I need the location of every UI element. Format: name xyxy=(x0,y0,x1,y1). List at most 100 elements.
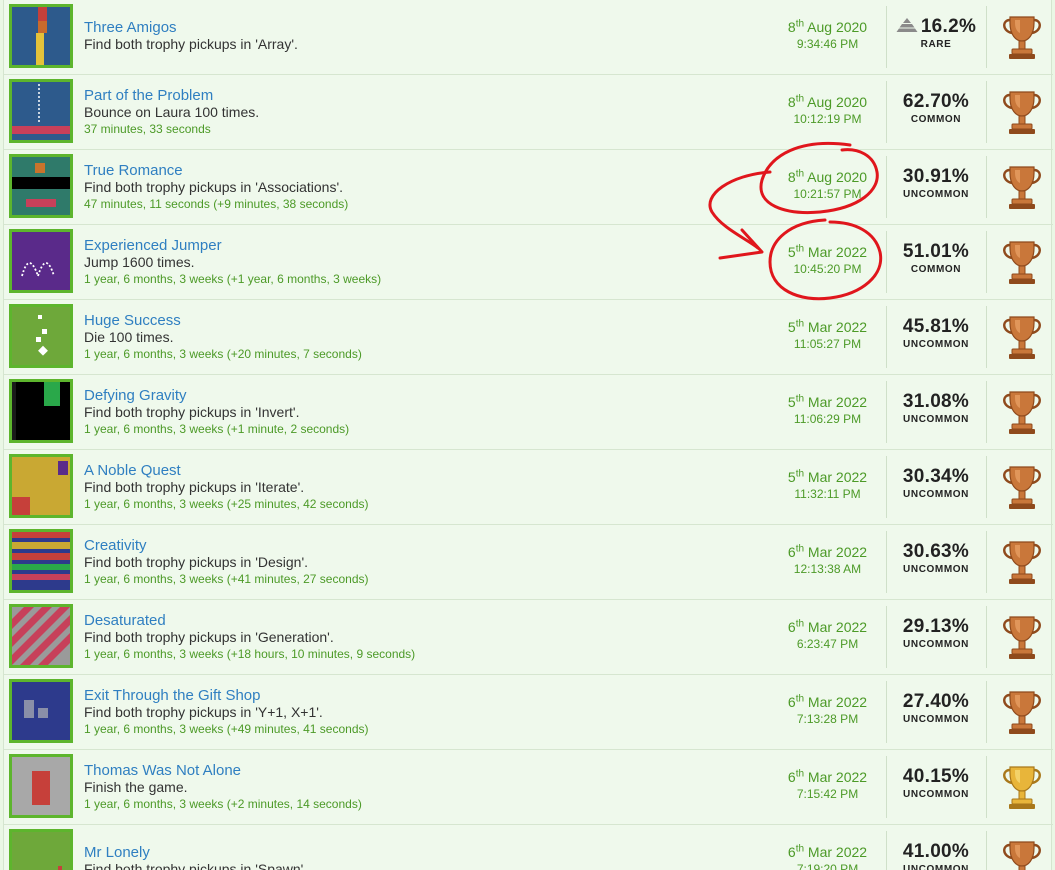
percentage-value: 40.15% xyxy=(902,766,970,787)
trophy-title-link[interactable]: Exit Through the Gift Shop xyxy=(84,687,764,704)
trophy-thumbnail xyxy=(9,829,73,870)
trophy-thumbnail xyxy=(9,604,73,668)
defying-gravity-image xyxy=(12,382,70,440)
earned-date: 5th Mar 2022 10:45:20 PM xyxy=(770,244,885,278)
day-number: 6 xyxy=(787,619,796,635)
day-number: 5 xyxy=(787,469,796,485)
rarity-label: RARE xyxy=(920,39,952,50)
trophy-title-link[interactable]: True Romance xyxy=(84,162,764,179)
percentage-value: 31.08% xyxy=(902,391,970,412)
earned-time: 10:12:19 PM xyxy=(793,112,862,126)
trophy-info: Defying Gravity Find both trophy pickups … xyxy=(84,387,764,438)
trophy-row: True Romance Find both trophy pickups in … xyxy=(4,150,1053,225)
trophy-title-link[interactable]: A Noble Quest xyxy=(84,462,764,479)
column-divider xyxy=(986,6,987,68)
trophy-title-link[interactable]: Desaturated xyxy=(84,612,764,629)
trophy-icon xyxy=(1000,688,1044,736)
rarity-percentage: 30.91% xyxy=(888,166,984,188)
rarity-block: 41.00% UNCOMMON xyxy=(888,841,984,870)
trophy-thumbnail xyxy=(9,529,73,593)
trophy-title-link[interactable]: Mr Lonely xyxy=(84,844,764,861)
experienced-jumper-image xyxy=(12,232,70,290)
day-number: 8 xyxy=(787,19,796,35)
trophy-title-link[interactable]: Part of the Problem xyxy=(84,87,764,104)
trophy-title-link[interactable]: Creativity xyxy=(84,537,764,554)
earned-time: 6:23:47 PM xyxy=(796,637,859,651)
time-taken: 1 year, 6 months, 3 weeks (+1 minute, 2 … xyxy=(84,422,350,436)
rarity-label: UNCOMMON xyxy=(903,714,969,725)
earned-date: 6th Mar 2022 12:13:38 AM xyxy=(770,544,885,578)
earned-time: 7:19:20 PM xyxy=(796,862,859,870)
trophy-description: Find both trophy pickups in 'Generation'… xyxy=(84,629,334,645)
percentage-value: 16.2% xyxy=(920,16,977,37)
percentage-value: 51.01% xyxy=(902,241,970,262)
column-divider xyxy=(886,231,887,293)
earned-time: 9:34:46 PM xyxy=(796,37,859,51)
trophy-icon xyxy=(1000,838,1044,870)
rarity-label: UNCOMMON xyxy=(903,489,969,500)
rarity-label: UNCOMMON xyxy=(903,864,969,870)
trophy-title-link[interactable]: Thomas Was Not Alone xyxy=(84,762,764,779)
rarity-percentage: 51.01% xyxy=(888,241,984,263)
earned-day: 6th Mar 2022 xyxy=(770,769,885,786)
day-suffix: th xyxy=(795,768,805,780)
percentage-value: 62.70% xyxy=(902,91,970,112)
trophy-info: Desaturated Find both trophy pickups in '… xyxy=(84,612,764,663)
earned-date: 5th Mar 2022 11:06:29 PM xyxy=(770,394,885,428)
rarity-percentage: 30.63% xyxy=(888,541,984,563)
earned-time: 7:15:42 PM xyxy=(796,787,859,801)
time-taken: 47 minutes, 11 seconds (+9 minutes, 38 s… xyxy=(84,197,349,211)
trophy-title-link[interactable]: Experienced Jumper xyxy=(84,237,764,254)
column-divider xyxy=(886,606,887,668)
trophy-icon xyxy=(1000,538,1044,586)
column-divider xyxy=(986,681,987,743)
earned-day: 6th Mar 2022 xyxy=(770,844,885,861)
month-year: Aug 2020 xyxy=(804,94,868,110)
earned-date: 6th Mar 2022 7:13:28 PM xyxy=(770,694,885,728)
earned-time: 11:06:29 PM xyxy=(793,412,862,426)
column-divider xyxy=(886,756,887,818)
earned-date: 5th Mar 2022 11:05:27 PM xyxy=(770,319,885,353)
day-suffix: th xyxy=(795,618,805,630)
rarity-label: UNCOMMON xyxy=(903,414,969,425)
day-suffix: th xyxy=(795,318,805,330)
trophy-description: Find both trophy pickups in 'Array'. xyxy=(84,36,298,52)
day-number: 6 xyxy=(787,769,796,785)
trophy-title-link[interactable]: Huge Success xyxy=(84,312,764,329)
trophy-thumbnail xyxy=(9,154,73,218)
trophy-description: Jump 1600 times. xyxy=(84,254,195,270)
trophy-thumbnail xyxy=(9,454,73,518)
trophy-row: Defying Gravity Find both trophy pickups … xyxy=(4,375,1053,450)
mr-lonely-image xyxy=(12,832,70,870)
rarity-label: COMMON xyxy=(910,264,962,275)
trophy-description: Find both trophy pickups in 'Spawn'. xyxy=(84,861,308,870)
time-taken: 1 year, 6 months, 3 weeks (+1 year, 6 mo… xyxy=(84,272,382,286)
percentage-value: 30.91% xyxy=(902,166,970,187)
rarity-percentage: 41.00% xyxy=(888,841,984,863)
earned-date: 6th Mar 2022 7:15:42 PM xyxy=(770,769,885,803)
trophy-list: Three Amigos Find both trophy pickups in … xyxy=(3,0,1053,870)
day-number: 5 xyxy=(787,319,796,335)
column-divider xyxy=(986,606,987,668)
trophy-title-link[interactable]: Three Amigos xyxy=(84,19,764,36)
trophy-info: Creativity Find both trophy pickups in 'D… xyxy=(84,537,764,588)
time-taken: 37 minutes, 33 seconds xyxy=(84,122,211,136)
day-suffix: th xyxy=(795,93,805,105)
trophy-info: A Noble Quest Find both trophy pickups in… xyxy=(84,462,764,513)
time-taken: 1 year, 6 months, 3 weeks (+2 minutes, 1… xyxy=(84,797,362,811)
earned-time: 11:05:27 PM xyxy=(793,337,862,351)
rarity-label: UNCOMMON xyxy=(903,789,969,800)
huge-success-image xyxy=(12,307,70,365)
day-number: 6 xyxy=(787,694,796,710)
trophy-row: Mr Lonely Find both trophy pickups in 'Sp… xyxy=(4,825,1053,870)
column-divider xyxy=(886,531,887,593)
trophy-description: Find both trophy pickups in 'Design'. xyxy=(84,554,309,570)
trophy-title-link[interactable]: Defying Gravity xyxy=(84,387,764,404)
trophy-row: Exit Through the Gift Shop Find both trop… xyxy=(4,675,1053,750)
trophy-row: Three Amigos Find both trophy pickups in … xyxy=(4,0,1053,75)
rarity-block: 29.13% UNCOMMON xyxy=(888,616,984,652)
earned-day: 5th Mar 2022 xyxy=(770,394,885,411)
percentage-value: 27.40% xyxy=(902,691,970,712)
thomas-image xyxy=(12,757,70,815)
trophy-description: Die 100 times. xyxy=(84,329,174,345)
